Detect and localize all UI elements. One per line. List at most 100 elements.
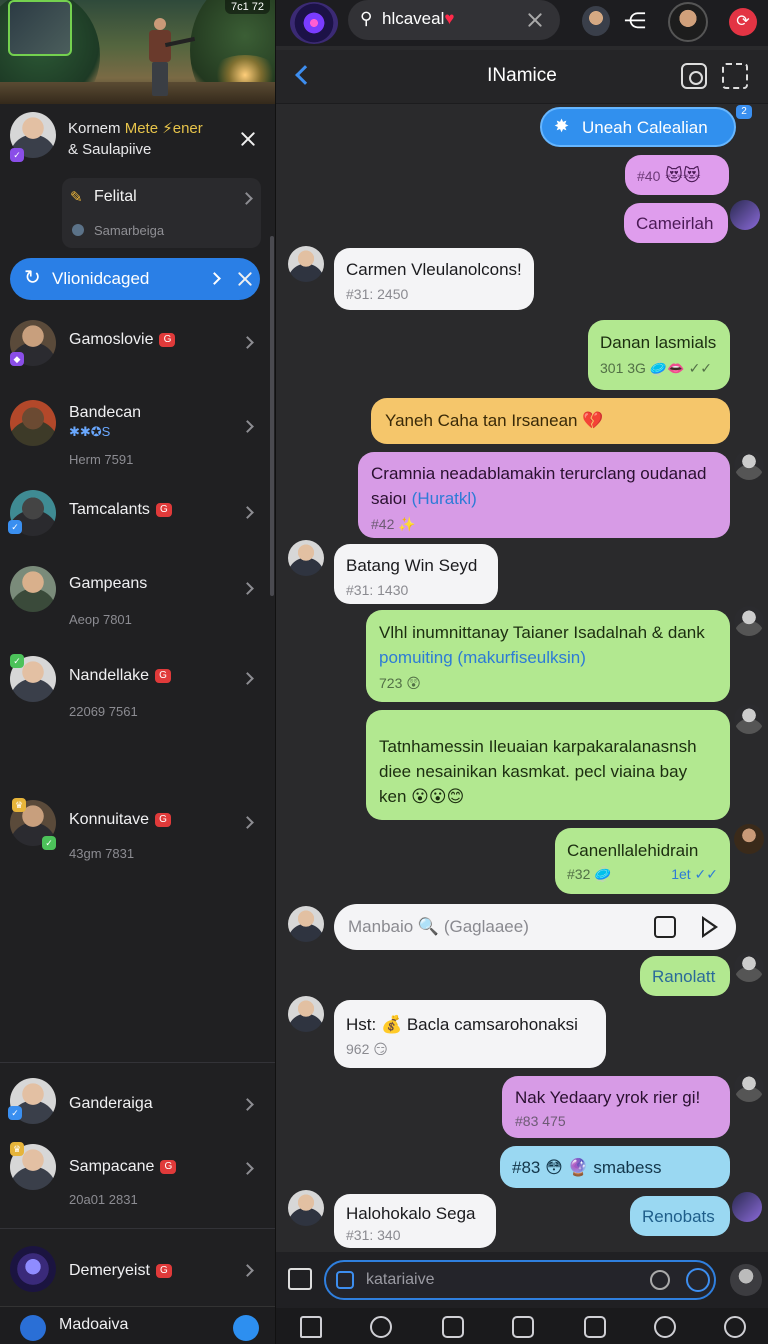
- search-input[interactable]: ⚲ hlcaveal♥: [348, 0, 560, 40]
- my-avatar[interactable]: [730, 1264, 762, 1296]
- message-bubble[interactable]: Batang Win Seyd #31: 1430: [334, 544, 498, 604]
- sender-avatar[interactable]: [288, 540, 324, 576]
- message-text: Danan lasmials: [600, 333, 717, 352]
- chat-preview: Herm 7591: [69, 452, 134, 467]
- camera-icon[interactable]: [584, 1316, 606, 1338]
- message-bubble[interactable]: #40 😻😻: [625, 155, 729, 195]
- chat-row[interactable]: ♛ ✓ Konnuitave G 43gm 7831: [0, 796, 275, 880]
- message-text: Canenllalehidrain: [567, 841, 699, 860]
- profile-icon[interactable]: [724, 1316, 746, 1338]
- reply-placeholder: Manbaio 🔍 (Gaglaaee): [348, 917, 529, 936]
- chat-preview: 22069 7561: [69, 704, 138, 719]
- chevron-right-icon: [241, 672, 254, 685]
- message-meta: 301 3G 🥏👄 ✓✓: [600, 360, 713, 376]
- game-badge-icon: G: [160, 1159, 177, 1174]
- archived-chats-pill[interactable]: ↻ Vlionidcaged: [10, 258, 260, 300]
- message-bubble[interactable]: Vlhl inumnittanay Taianer Isadalnah & da…: [366, 610, 730, 702]
- banner-thumbnail: [8, 0, 72, 56]
- message-meta: #31: 1430: [346, 582, 409, 598]
- globe-icon[interactable]: [650, 1270, 670, 1290]
- message-bubble[interactable]: Tatnhamessin Ileuaian karpakaralanasnsh …: [366, 710, 730, 820]
- chat-row[interactable]: ♛ Sampacane G 20a01 2831: [0, 1140, 275, 1220]
- chat-name: Konnuitave G: [69, 811, 172, 829]
- game-badge-icon: G: [155, 668, 172, 683]
- message-text: Carmen Vleulanolcons!: [346, 260, 522, 279]
- message-bubble[interactable]: Canenllalehidrain #32 🥏 1et ✓✓: [555, 828, 730, 894]
- inbox-icon[interactable]: [512, 1316, 534, 1338]
- status-badge: ◆: [10, 352, 24, 366]
- close-icon[interactable]: [236, 270, 254, 288]
- message-emoji: 😻😻: [665, 166, 701, 185]
- notifications-icon[interactable]: [442, 1316, 464, 1338]
- sender-avatar[interactable]: [288, 246, 324, 282]
- unread-label: Uneah Calealian: [582, 118, 708, 137]
- chat-row[interactable]: ✓ Nandellake G 22069 7561: [0, 652, 275, 736]
- message-input[interactable]: katariaive: [324, 1260, 716, 1300]
- pinned-card[interactable]: ✎ Felital Samarbeiga: [62, 178, 261, 248]
- send-icon[interactable]: [702, 916, 718, 938]
- avatar: [10, 1246, 56, 1292]
- chat-row[interactable]: Gampeans Aeop 7801: [0, 560, 275, 640]
- message-text: Ranolatt: [652, 967, 716, 986]
- game-badge-icon: G: [159, 332, 176, 347]
- app-logo-icon[interactable]: [290, 2, 338, 44]
- heart-icon: ♥: [444, 9, 455, 28]
- message-bubble[interactable]: Hst: 💰 Bacla camsarohonaksi 962 😏: [334, 1000, 606, 1068]
- profile-avatar[interactable]: [582, 6, 610, 36]
- message-bubble[interactable]: #83 😳 🔮 smabess: [500, 1146, 730, 1188]
- chat-row[interactable]: ◆ Gamoslovie G: [0, 314, 275, 386]
- user-avatar[interactable]: [668, 2, 708, 42]
- message-text: Hst: 💰 Bacla camsarohonaksi: [346, 1015, 578, 1034]
- input-placeholder: katariaive: [366, 1271, 435, 1288]
- unread-banner[interactable]: ✸ Uneah Calealian 2: [540, 105, 752, 147]
- game-badge-icon: G: [155, 1263, 172, 1278]
- chat-row[interactable]: Demeryeist G: [0, 1242, 275, 1314]
- game-banner[interactable]: 7c1 72: [0, 0, 275, 104]
- clear-search-icon[interactable]: [526, 11, 544, 29]
- notification-card[interactable]: ✓ Kornem Mete ⚡ener & Saulapiive: [0, 108, 275, 172]
- sender-avatar[interactable]: [288, 996, 324, 1032]
- chat-row[interactable]: ✓ Tamcalants G: [0, 486, 275, 558]
- globe-icon: [72, 224, 84, 236]
- message-bubble[interactable]: Ranolatt: [640, 956, 730, 996]
- message-bubble[interactable]: Cramnia neadablamakin terurclang oudanad…: [358, 452, 730, 538]
- chevron-right-icon[interactable]: [208, 272, 221, 285]
- search-icon[interactable]: [370, 1316, 392, 1338]
- more-icon[interactable]: [722, 63, 748, 89]
- scrollbar[interactable]: [270, 236, 274, 596]
- record-icon[interactable]: ⟳: [729, 8, 757, 36]
- message-bubble[interactable]: Yaneh Caha tan Irsanean 💔: [371, 398, 730, 444]
- pill-label: Vlionidcaged: [52, 269, 150, 288]
- share-icon[interactable]: ⋲: [624, 8, 646, 34]
- close-icon[interactable]: [239, 130, 257, 148]
- account-footer[interactable]: Madoaiva: [0, 1306, 275, 1344]
- message-bubble[interactable]: Halohokalo Sega #31: 340: [334, 1194, 496, 1248]
- message-bubble[interactable]: Danan lasmials 301 3G 🥏👄 ✓✓: [588, 320, 730, 390]
- sync-icon: ↻: [24, 267, 41, 289]
- sender-avatar[interactable]: [288, 1190, 324, 1226]
- message-bubble[interactable]: Cameirlah: [624, 203, 728, 243]
- compass-icon[interactable]: [20, 1315, 46, 1341]
- chat-row[interactable]: Bandecan ✱✱✪S Herm 7591: [0, 394, 275, 478]
- camera-icon[interactable]: [654, 916, 676, 938]
- attach-icon[interactable]: [288, 1268, 312, 1290]
- reply-field[interactable]: Manbaio 🔍 (Gaglaaee): [334, 904, 736, 950]
- chat-row[interactable]: ✓ Ganderaiga: [0, 1074, 275, 1146]
- message-bubble[interactable]: Nak Yedaary yrok rier gi! #83 475: [502, 1076, 730, 1138]
- message-bubble[interactable]: Renobats: [630, 1196, 730, 1236]
- chevron-right-icon: [241, 582, 254, 595]
- banner-ground: [0, 82, 275, 104]
- notification-line2: & Saulapiive: [68, 141, 152, 158]
- home-icon[interactable]: [300, 1316, 322, 1338]
- message-bubble[interactable]: Carmen Vleulanolcons! #31: 2450: [334, 248, 534, 310]
- message-text: Cameirlah: [636, 214, 714, 233]
- divider: [0, 1228, 275, 1229]
- sender-avatar: [734, 1072, 764, 1102]
- status-badge: ♛: [10, 1142, 24, 1156]
- chat-name: Gamoslovie G: [69, 331, 176, 349]
- emoji-icon[interactable]: [686, 1268, 710, 1292]
- sticker-icon[interactable]: [336, 1271, 354, 1289]
- status-dot-icon[interactable]: [233, 1315, 259, 1341]
- camera-icon[interactable]: [681, 63, 707, 89]
- explore-icon[interactable]: [654, 1316, 676, 1338]
